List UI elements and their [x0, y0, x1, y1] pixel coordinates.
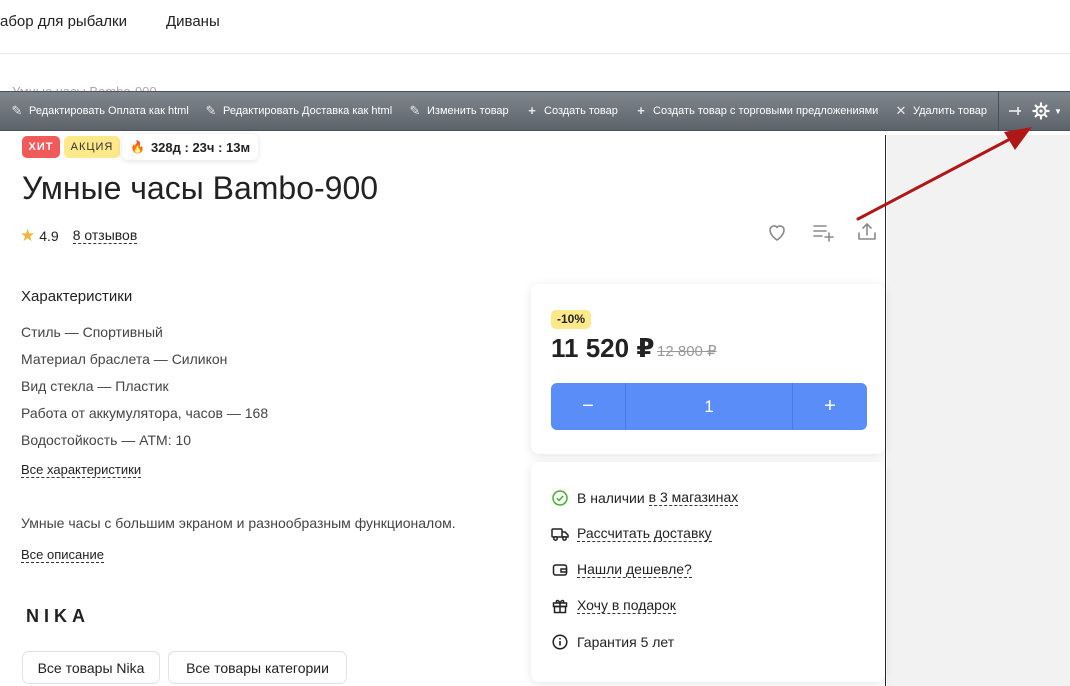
availability-row: В наличии в 3 магазинах [551, 489, 739, 507]
all-description-link[interactable]: Все описание [21, 547, 104, 563]
timer-value: 328д : 23ч : 13м [150, 139, 251, 155]
truck-icon [551, 525, 569, 543]
current-price: 11 520 ₽ [551, 333, 655, 363]
chevron-down-icon: ▼ [1054, 106, 1062, 116]
settings-menu-button[interactable]: ▼ [1032, 92, 1062, 130]
pencil-icon: ✎ [11, 103, 23, 118]
edit-payment-html-button[interactable]: ✎ Редактировать Оплата как html [10, 92, 189, 130]
cheaper-row: Нашли дешевле? [551, 561, 692, 579]
create-product-button[interactable]: + Создать товар [525, 92, 618, 130]
product-title: Умные часы Bambo-900 [22, 170, 379, 206]
availability-text: В наличии [577, 490, 645, 506]
info-card: В наличии в 3 магазинах Рассчитать доста… [531, 462, 885, 682]
old-price: 12 800 ₽ [657, 343, 717, 360]
calculate-delivery-link[interactable]: Рассчитать доставку [577, 526, 712, 542]
gift-row: Хочу в подарок [551, 597, 676, 615]
characteristic-row: Материал браслета — Силикон [21, 351, 228, 367]
top-navigation: абор для рыбалки Диваны [0, 0, 1070, 54]
admin-bar-separator [998, 92, 999, 130]
characteristic-row: Водостойкость — ATM: 10 [21, 432, 192, 448]
compare-list-icon[interactable] [811, 220, 835, 244]
close-icon: ✕ [895, 103, 907, 118]
page-outside-area [887, 135, 1070, 686]
promo-timer: 🔥 328д : 23ч : 13м [122, 134, 259, 160]
pin-icon [1009, 107, 1021, 115]
reviews-link[interactable]: 8 отзывов [72, 228, 138, 244]
warranty-row: Гарантия 5 лет [551, 633, 674, 651]
sale-badge: АКЦИЯ [64, 136, 120, 158]
rating-value: 4.9 [39, 228, 59, 244]
availability-stores-link[interactable]: в 3 магазинах [648, 490, 739, 506]
found-cheaper-link[interactable]: Нашли дешевле? [577, 562, 692, 578]
fire-icon: 🔥 [130, 140, 145, 154]
gift-icon [551, 597, 569, 615]
nav-item-fishing[interactable]: абор для рыбалки [0, 13, 127, 30]
want-as-gift-link[interactable]: Хочу в подарок [577, 598, 676, 614]
edit-delivery-html-button[interactable]: ✎ Редактировать Доставка как html [204, 92, 393, 130]
check-circle-icon [551, 489, 569, 507]
characteristics-heading: Характеристики [21, 288, 133, 305]
wallet-icon [551, 561, 569, 579]
warranty-text: Гарантия 5 лет [577, 634, 675, 650]
plus-icon: + [528, 103, 536, 118]
product-rating: ★ 4.9 8 отзывов [20, 226, 138, 246]
star-icon: ★ [20, 226, 36, 245]
gear-icon [1032, 102, 1050, 120]
brand-logo[interactable]: NIKA [26, 606, 90, 627]
decrease-quantity-button[interactable]: − [551, 383, 626, 430]
quantity-value[interactable]: 1 [626, 383, 792, 430]
hit-badge: ХИТ [22, 136, 60, 158]
plus-icon: + [637, 103, 645, 118]
all-category-products-button[interactable]: Все товары категории [168, 651, 347, 684]
create-product-with-offers-button[interactable]: + Создать товар с торговыми предложениям… [634, 92, 878, 130]
increase-quantity-button[interactable]: + [792, 383, 867, 430]
admin-toolbar: ✎ Редактировать Оплата как html ✎ Редакт… [0, 91, 1070, 131]
price-card: -10% 11 520 ₽ 12 800 ₽ − 1 + [531, 284, 885, 454]
characteristic-row: Вид стекла — Пластик [21, 378, 169, 394]
characteristic-row: Работа от аккумулятора, часов — 168 [21, 405, 269, 421]
favorite-heart-icon[interactable] [765, 220, 789, 244]
delivery-row: Рассчитать доставку [551, 525, 712, 543]
discount-badge: -10% [551, 310, 592, 329]
all-characteristics-link[interactable]: Все характеристики [21, 462, 142, 478]
pencil-icon: ✎ [409, 103, 421, 118]
quantity-stepper: − 1 + [551, 383, 867, 430]
product-description: Умные часы с большим экраном и разнообра… [21, 515, 456, 531]
edit-product-button[interactable]: ✎ Изменить товар [408, 92, 509, 130]
all-brand-products-button[interactable]: Все товары Nika [22, 651, 160, 684]
pin-toolbar-button[interactable] [1007, 92, 1023, 130]
delete-product-button[interactable]: ✕ Удалить товар [894, 92, 988, 130]
nav-item-sofas[interactable]: Диваны [166, 13, 220, 30]
characteristic-row: Стиль — Спортивный [21, 324, 163, 340]
info-icon [551, 633, 569, 651]
share-icon[interactable] [855, 220, 879, 244]
pencil-icon: ✎ [205, 103, 217, 118]
